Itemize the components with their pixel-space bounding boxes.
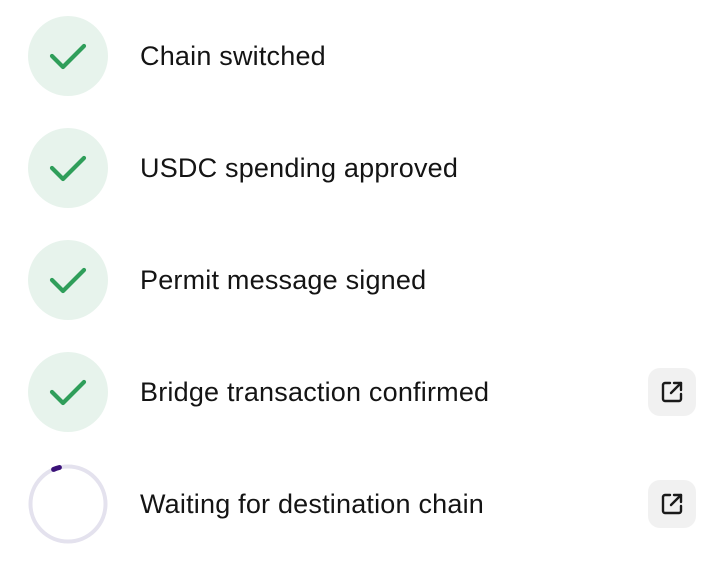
view-transaction-link-button[interactable] [648, 368, 696, 416]
step-status-done [28, 352, 108, 432]
view-destination-link-button[interactable] [648, 480, 696, 528]
step-status-done [28, 240, 108, 320]
step-chain-switched: Chain switched [0, 16, 726, 96]
step-label: Permit message signed [140, 265, 427, 295]
step-label: Chain switched [140, 41, 326, 71]
external-link-icon [661, 381, 683, 403]
step-label: USDC spending approved [140, 153, 459, 183]
step-label: Bridge transaction confirmed [140, 377, 490, 407]
bridge-progress-steps: Chain switched USDC spending approved Pe… [0, 0, 726, 574]
step-usdc-approved: USDC spending approved [0, 128, 726, 208]
check-icon [49, 267, 87, 294]
step-bridge-confirmed: Bridge transaction confirmed [0, 352, 726, 432]
check-icon [49, 155, 87, 182]
step-status-done [28, 128, 108, 208]
external-link-icon [661, 493, 683, 515]
step-status-done [28, 16, 108, 96]
step-label: Waiting for destination chain [140, 489, 484, 519]
check-icon [49, 43, 87, 70]
spinner-icon [28, 464, 108, 544]
step-permit-signed: Permit message signed [0, 240, 726, 320]
check-icon [49, 379, 87, 406]
step-status-pending [28, 464, 108, 544]
step-waiting-destination: Waiting for destination chain [0, 464, 726, 544]
